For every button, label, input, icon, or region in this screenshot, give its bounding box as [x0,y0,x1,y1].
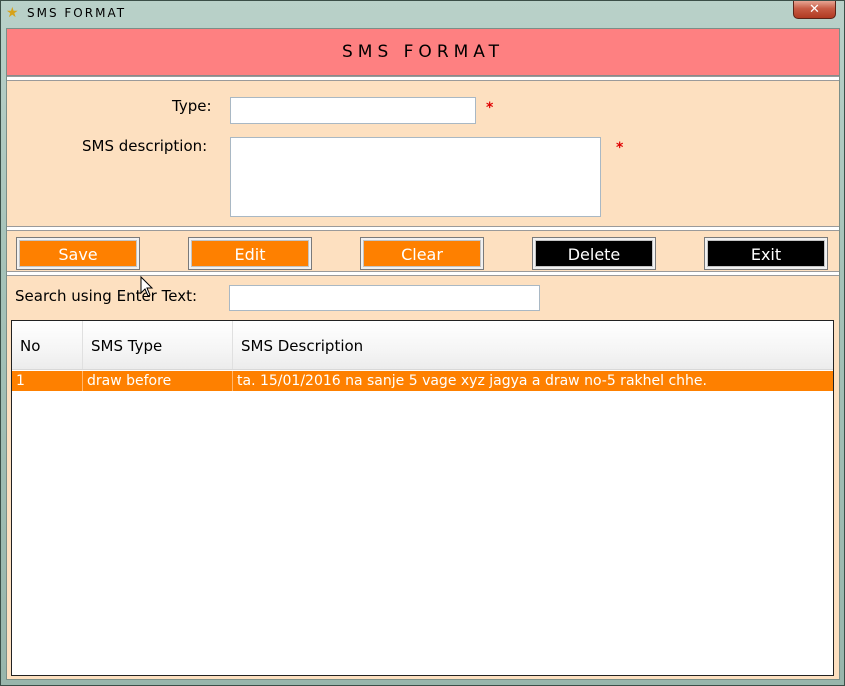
description-input[interactable] [230,137,601,217]
description-required-mark: * [616,140,624,156]
title-bar[interactable]: ★ SMS FORMAT ✕ [1,1,844,27]
column-header-sms-description[interactable]: SMS Description [232,321,833,369]
table-header: No SMS Type SMS Description [12,321,833,370]
edit-button-label: Edit [191,240,309,267]
close-button[interactable]: ✕ [793,1,836,19]
column-header-sms-type[interactable]: SMS Type [82,321,232,369]
form-panel: SMS FORMAT Type: * SMS description: * Sa… [6,28,840,680]
divider [7,76,839,81]
divider [7,226,839,231]
column-header-no[interactable]: No [12,321,82,369]
exit-button-label: Exit [707,240,825,267]
app-star-icon: ★ [6,5,19,21]
save-button-label: Save [19,240,137,267]
clear-button-label: Clear [363,240,481,267]
edit-button[interactable]: Edit [188,237,312,270]
type-required-mark: * [486,100,494,116]
cell-sms-type: draw before [82,371,232,391]
form-header: SMS FORMAT [7,29,839,76]
delete-button[interactable]: Delete [532,237,656,270]
exit-button[interactable]: Exit [704,237,828,270]
save-button[interactable]: Save [16,237,140,270]
mouse-pointer-icon [140,275,154,297]
search-input[interactable] [229,285,540,311]
cell-no: 1 [16,373,25,389]
search-label: Search using Enter Text: [15,287,198,305]
table-row[interactable]: 1 draw before ta. 15/01/2016 na sanje 5 … [12,371,833,391]
type-label: Type: [172,97,212,115]
type-input[interactable] [230,97,476,124]
delete-button-label: Delete [535,240,653,267]
description-label: SMS description: [82,137,208,155]
sms-format-window: ★ SMS FORMAT ✕ SMS FORMAT Type: * SMS de… [0,0,845,686]
cell-sms-description: ta. 15/01/2016 na sanje 5 vage xyz jagya… [232,371,833,391]
window-title: SMS FORMAT [27,6,127,20]
clear-button[interactable]: Clear [360,237,484,270]
divider [7,271,839,276]
sms-table[interactable]: No SMS Type SMS Description 1 draw befor… [11,320,834,676]
